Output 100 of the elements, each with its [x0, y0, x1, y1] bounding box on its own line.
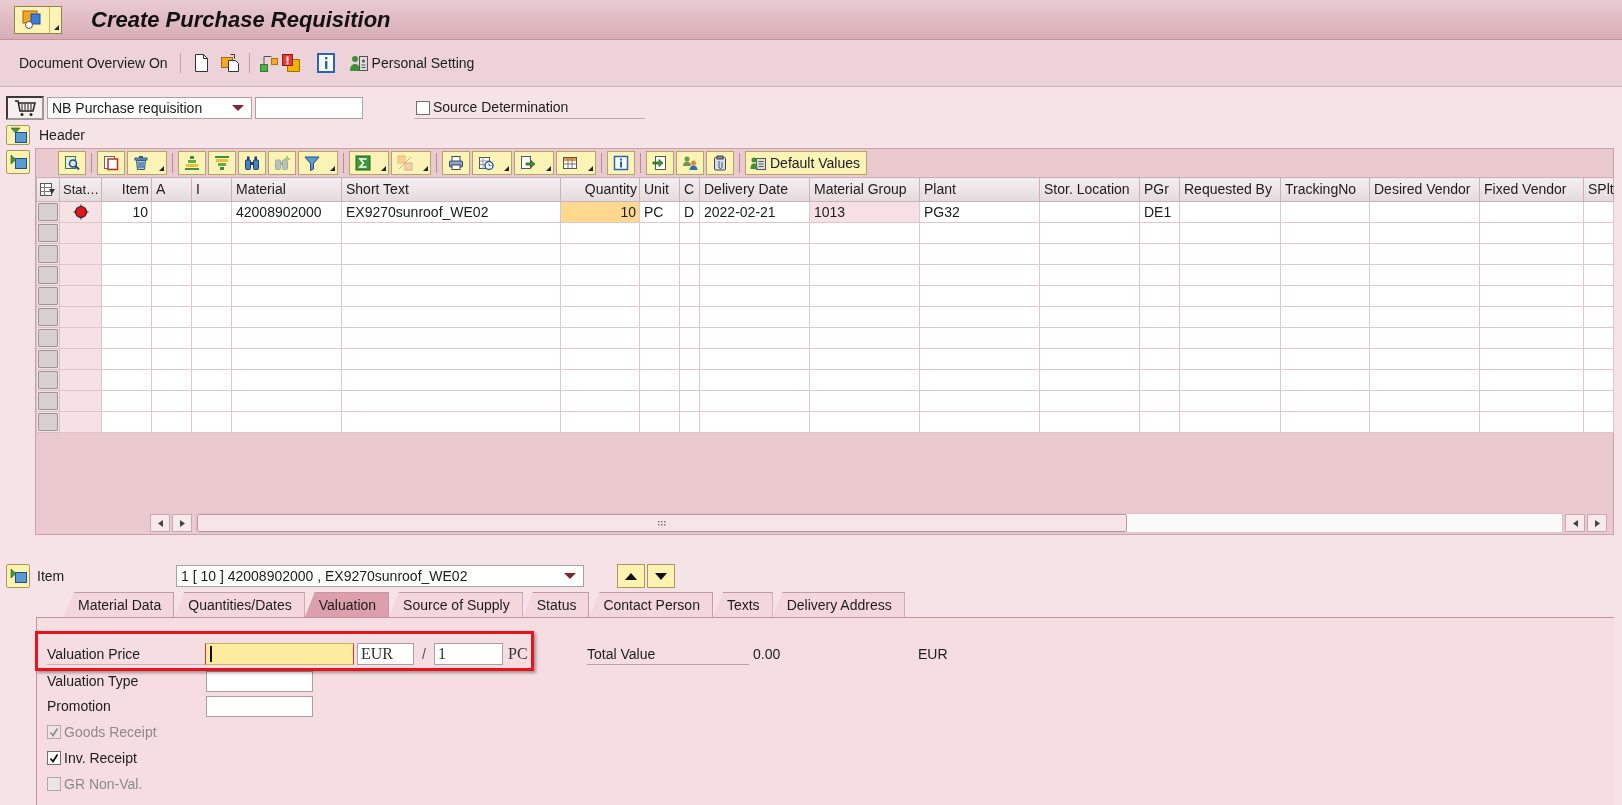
currency-field[interactable]: EUR [357, 643, 414, 665]
funnel-icon [304, 155, 320, 171]
trash-icon [133, 155, 149, 171]
export-icon [520, 155, 536, 171]
scroll-right-button[interactable] [172, 514, 192, 532]
price-unit-field[interactable]: 1 [434, 643, 503, 665]
field-label: Valuation Type [47, 672, 140, 691]
delete-button[interactable] [127, 151, 167, 175]
field-label: Total Value [587, 643, 749, 665]
section-label: Header [39, 125, 85, 145]
column-header[interactable]: Fixed Vendor [1479, 177, 1584, 202]
column-header[interactable]: Material [231, 177, 342, 202]
column-header[interactable]: Desired Vendor [1369, 177, 1480, 202]
checkbox[interactable] [416, 100, 430, 115]
tab[interactable]: Delivery Address [772, 592, 905, 617]
alert-icon[interactable] [280, 53, 301, 73]
document-overview-button[interactable]: Document Overview On [19, 52, 168, 74]
caret-icon [381, 166, 386, 171]
menu-button[interactable] [14, 5, 62, 34]
sum-icon [355, 155, 371, 171]
tab[interactable]: Texts [712, 592, 773, 617]
tab[interactable]: Status [522, 592, 590, 617]
grid-settings-icon[interactable] [40, 182, 56, 197]
export-button[interactable] [514, 151, 554, 175]
binoculars-plus-icon [274, 155, 290, 171]
column-header[interactable]: Stor. Location [1039, 177, 1140, 202]
caret-icon [504, 166, 509, 171]
next-item-button[interactable] [647, 564, 675, 588]
caret-icon [588, 166, 593, 171]
column-header[interactable]: C [679, 177, 700, 202]
sort-ascending-button[interactable] [178, 151, 206, 175]
attachment-button[interactable] [706, 151, 734, 175]
window-title: Create Purchase Requisition [91, 6, 391, 34]
scroll-left-button[interactable] [150, 514, 170, 532]
valuation-price-field[interactable] [205, 643, 354, 665]
find-button[interactable] [238, 151, 266, 175]
personal-setting-button[interactable]: Personal Setting [348, 52, 475, 74]
filter-button[interactable] [298, 151, 338, 175]
text-cursor [210, 646, 212, 662]
sum-button[interactable] [349, 151, 389, 175]
scrollbar-track[interactable] [196, 513, 1563, 533]
binoculars-icon [244, 155, 260, 171]
column-header[interactable]: SPlt [1583, 177, 1614, 202]
hierarchy-icon[interactable] [258, 53, 279, 73]
column-header[interactable]: Quantity [560, 177, 640, 202]
page-icon[interactable] [192, 53, 209, 73]
select-all-button[interactable] [97, 151, 125, 175]
arrow-right-icon [179, 519, 185, 527]
caret-icon [54, 24, 59, 30]
input-field[interactable] [206, 671, 313, 692]
document-button[interactable] [646, 151, 674, 175]
arrow-down-icon [655, 572, 667, 580]
tab[interactable]: Source of Supply [389, 592, 523, 617]
checkbox[interactable] [47, 751, 61, 765]
details-button[interactable] [58, 151, 86, 175]
print-button[interactable] [442, 151, 470, 175]
column-header[interactable]: Short Text [341, 177, 561, 202]
table-cell[interactable]: EX9270sunroof_WE02 [341, 201, 561, 223]
views-button[interactable] [472, 151, 512, 175]
column-header[interactable]: TrackingNo [1280, 177, 1370, 202]
tab[interactable]: Valuation [304, 592, 390, 617]
column-header[interactable]: Delivery Date [699, 177, 810, 202]
sort-descending-button[interactable] [208, 151, 236, 175]
document-type-dropdown[interactable]: NB Purchase requisition [47, 97, 252, 119]
arrow-left-icon [1572, 519, 1578, 527]
people-button[interactable] [676, 151, 704, 175]
column-header[interactable]: Unit [639, 177, 680, 202]
sort-descending-icon [214, 155, 230, 171]
dropdown-caret-icon [564, 573, 576, 579]
info-icon[interactable] [316, 53, 335, 73]
item-dropdown[interactable]: 1 [ 10 ] 42008902000 , EX9270sunroof_WE02 [176, 565, 584, 587]
scroll-right-button[interactable] [1587, 514, 1607, 532]
column-header[interactable]: Plant [919, 177, 1040, 202]
info-button[interactable] [607, 151, 635, 175]
previous-item-button[interactable] [617, 564, 645, 588]
tab[interactable]: Quantities/Dates [174, 592, 305, 617]
tab[interactable]: Contact Person [589, 592, 713, 617]
cart-button[interactable] [6, 96, 44, 120]
column-header[interactable]: I [191, 177, 232, 202]
input-field[interactable] [255, 97, 363, 119]
input-field[interactable] [206, 696, 313, 717]
subtotal-icon [397, 155, 413, 171]
column-header[interactable]: PGr [1139, 177, 1180, 202]
column-header[interactable]: Item [101, 177, 152, 202]
scroll-left-button[interactable] [1565, 514, 1585, 532]
currency-label: EUR [918, 644, 948, 664]
magnifier-icon [64, 155, 80, 171]
column-header[interactable]: Requested By [1179, 177, 1281, 202]
checkmark-icon [49, 753, 59, 763]
folder-document-icon[interactable] [219, 53, 240, 73]
tab[interactable]: Material Data [64, 592, 175, 617]
column-header[interactable]: Material Group [809, 177, 920, 202]
info-icon [613, 155, 629, 171]
layout-button[interactable] [556, 151, 596, 175]
column-header[interactable]: Stat… [59, 177, 102, 202]
default-values-button[interactable]: Default Values [745, 151, 867, 175]
column-header[interactable]: A [151, 177, 192, 202]
caret-icon [159, 166, 164, 171]
app-icon [22, 10, 42, 29]
scrollbar-thumb[interactable] [197, 514, 1127, 532]
